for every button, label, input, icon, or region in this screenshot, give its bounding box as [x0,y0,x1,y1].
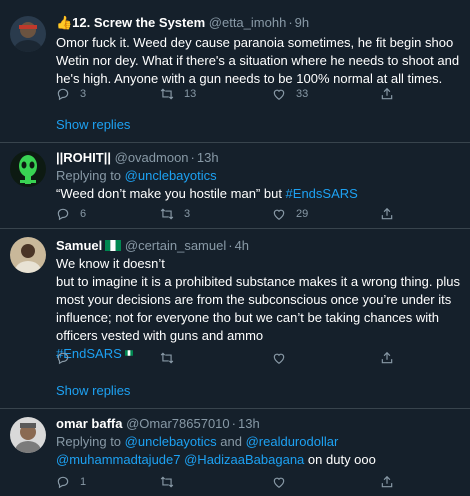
author-name[interactable]: 👍12. Screw the System [56,15,205,30]
share-button[interactable] [380,351,394,365]
replying-to-link[interactable]: @realdurodollar [246,434,339,449]
tweet-header: omar baffa @Omar78657010 · 13h [56,415,460,433]
like-icon [272,207,286,221]
separator-dot: · [231,416,236,431]
reply-icon [56,475,70,489]
author-name[interactable]: Samuel [56,238,102,253]
tweet-header: Samuel @certain_samuel · 4h [56,237,460,255]
tweet-actions [56,351,406,367]
tweet-text-line-1: We know it doesn’t [56,256,165,271]
hashtag-link[interactable]: #EndsSARS [286,186,358,201]
tweet-text: Omor fuck it. Weed dey cause paranoia so… [56,35,460,86]
replying-to: Replying to @unclebayotics and @realduro… [56,433,460,451]
tweet-actions: 3 13 33 [56,87,406,103]
tweet-text: @muhammadtajude7 @HadizaaBabagana on dut… [56,451,460,469]
retweet-icon [160,87,174,101]
tweet-actions: 1 [56,475,406,491]
mention-link[interactable]: @muhammadtajude7 [56,452,180,467]
author-name[interactable]: ||ROHIT|| [56,150,111,165]
reply-button[interactable]: 3 [56,87,86,101]
tweet-text-content: on duty ooo [307,452,376,467]
and-label: and [220,434,242,449]
retweet-icon [160,351,174,365]
replying-to-link[interactable]: @unclebayotics [125,168,217,183]
avatar[interactable] [10,151,46,187]
nigeria-flag-emoji [105,240,122,251]
mention-link[interactable]: @HadizaaBabagana [184,452,304,467]
reply-icon [56,207,70,221]
avatar-photo-icon [10,16,46,52]
reply-button[interactable] [56,351,70,365]
author-handle[interactable]: @Omar78657010 [126,416,230,431]
show-replies-link[interactable]: Show replies [56,117,130,132]
share-icon [380,87,394,101]
avatar[interactable] [10,417,46,453]
separator-dot: · [288,15,293,30]
retweet-count: 13 [184,88,197,100]
show-replies-link[interactable]: Show replies [56,383,130,398]
share-button[interactable] [380,475,394,489]
like-button[interactable]: 29 [272,207,308,221]
tweet-2[interactable]: ||ROHIT|| @ovadmoon · 13h Replying to @unc… [0,143,470,229]
retweet-icon [160,475,174,489]
reply-icon [56,87,70,101]
retweet-icon [160,207,174,221]
like-count: 29 [296,208,309,220]
tweet-header: 👍12. Screw the System @etta_imohh · 9h [56,14,460,32]
tweet-time[interactable]: 4h [235,238,249,253]
tweet-time[interactable]: 9h [295,15,309,30]
retweet-count: 3 [184,208,191,220]
reply-count: 3 [80,88,87,100]
tweet-1[interactable]: 👍12. Screw the System @etta_imohh · 9h Omo… [0,0,470,143]
avatar[interactable] [10,16,46,52]
replying-to-label: Replying to [56,168,122,183]
tweet-time[interactable]: 13h [197,150,219,165]
like-icon [272,351,286,365]
retweet-button[interactable]: 3 [160,207,190,221]
author-handle[interactable]: @etta_imohh [209,15,287,30]
author-name[interactable]: omar baffa [56,416,122,431]
like-button[interactable] [272,351,286,365]
share-button[interactable] [380,207,394,221]
tweet-3[interactable]: Samuel @certain_samuel · 4h We know it doe… [0,229,470,409]
share-button[interactable] [380,87,394,101]
author-handle[interactable]: @certain_samuel [125,238,226,253]
avatar-photo-icon [10,417,46,453]
avatar-photo-icon [10,237,46,273]
like-icon [272,87,286,101]
tweet-header: ||ROHIT|| @ovadmoon · 13h [56,149,460,167]
tweet-4[interactable]: omar baffa @Omar78657010 · 13h Replying to… [0,409,470,496]
reply-button[interactable]: 1 [56,475,86,489]
author-handle[interactable]: @ovadmoon [115,150,189,165]
replying-to-link[interactable]: @unclebayotics [125,434,217,449]
reply-count: 6 [80,208,87,220]
reply-icon [56,351,70,365]
share-icon [380,207,394,221]
replying-to: Replying to @unclebayotics [56,167,460,185]
retweet-button[interactable]: 13 [160,87,196,101]
like-button[interactable]: 33 [272,87,308,101]
avatar-alien-icon [10,151,46,187]
separator-dot: · [190,150,195,165]
reply-count: 1 [80,476,87,488]
retweet-button[interactable] [160,475,174,489]
tweet-text-line-2: but to imagine it is a prohibited substa… [56,274,460,343]
like-count: 33 [296,88,309,100]
like-button[interactable] [272,475,286,489]
tweet-text-content: “Weed don’t make you hostile man” but [56,186,286,201]
replying-to-label: Replying to [56,434,122,449]
tweet-actions: 6 3 29 [56,207,406,223]
like-icon [272,475,286,489]
tweet-time[interactable]: 13h [238,416,260,431]
tweet-text: “Weed don’t make you hostile man” but #E… [56,185,460,203]
separator-dot: · [228,238,233,253]
share-icon [380,351,394,365]
share-icon [380,475,394,489]
avatar[interactable] [10,237,46,273]
reply-button[interactable]: 6 [56,207,86,221]
retweet-button[interactable] [160,351,174,365]
